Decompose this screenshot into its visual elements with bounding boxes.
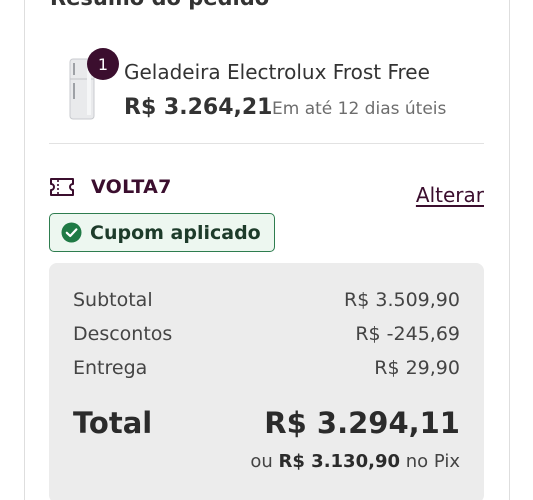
change-coupon-link[interactable]: Alterar — [416, 183, 484, 207]
pix-price: ou R$ 3.130,90 no Pix — [250, 451, 460, 472]
coupon-status-label: Cupom aplicado — [90, 221, 261, 244]
subtotal-label: Subtotal — [73, 289, 153, 311]
delivery-estimate: Em até 12 dias úteis — [272, 99, 447, 119]
order-summary-title: Resumo do pedido — [50, 0, 269, 10]
total-label: Total — [73, 406, 153, 440]
pix-value: R$ 3.130,90 — [278, 451, 400, 472]
discounts-value: R$ -245,69 — [355, 323, 460, 345]
product-price: R$ 3.264,21 — [124, 95, 273, 120]
total-value: R$ 3.294,11 — [264, 406, 460, 440]
subtotal-value: R$ 3.509,90 — [344, 289, 460, 311]
shipping-row: Entrega R$ 29,90 — [73, 357, 460, 379]
subtotal-row: Subtotal R$ 3.509,90 — [73, 289, 460, 311]
price-summary: Subtotal R$ 3.509,90 Descontos R$ -245,6… — [49, 263, 484, 500]
shipping-value: R$ 29,90 — [374, 357, 460, 379]
product-name: Geladeira Electrolux Frost Free — [124, 60, 430, 84]
shipping-label: Entrega — [73, 357, 148, 379]
discounts-label: Descontos — [73, 323, 173, 345]
coupon-applied-badge: Cupom aplicado — [49, 213, 275, 252]
check-circle-icon — [61, 222, 82, 243]
divider — [49, 143, 484, 144]
quantity-badge: 1 — [87, 48, 119, 80]
ticket-icon — [50, 178, 74, 196]
discounts-row: Descontos R$ -245,69 — [73, 323, 460, 345]
coupon-code: VOLTA7 — [91, 176, 172, 198]
pix-prefix: ou — [250, 451, 273, 472]
pix-suffix: no Pix — [405, 451, 460, 472]
total-row: Total R$ 3.294,11 — [73, 406, 460, 440]
